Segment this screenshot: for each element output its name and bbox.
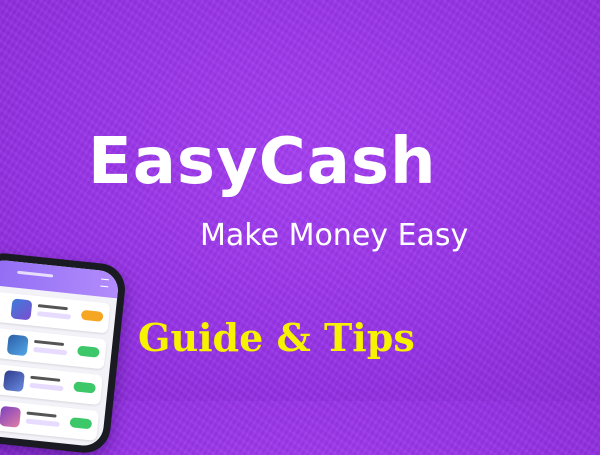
phone-app-card xyxy=(0,398,100,441)
phone-app-header xyxy=(0,258,120,299)
phone-app-card xyxy=(0,290,111,334)
app-tagline: Make Money Easy xyxy=(200,218,469,253)
phone-mockup-image xyxy=(0,250,128,455)
phone-menu-icon xyxy=(100,278,110,288)
phone-app-card xyxy=(0,362,103,406)
phone-app-card xyxy=(0,326,107,370)
game-thumbnail-icon xyxy=(10,298,33,321)
phone-status-bar xyxy=(17,270,54,278)
game-thumbnail-icon xyxy=(6,334,29,357)
app-title: EasyCash xyxy=(88,125,437,199)
play-button-icon xyxy=(69,417,93,430)
play-button-icon xyxy=(76,345,100,358)
guide-subtitle: Guide & Tips xyxy=(138,315,415,360)
promo-banner: EasyCash Make Money Easy Guide & Tips xyxy=(0,0,600,455)
play-button-icon xyxy=(73,381,97,394)
play-button-icon xyxy=(80,309,104,322)
game-thumbnail-icon xyxy=(2,370,25,392)
game-thumbnail-icon xyxy=(0,405,22,428)
phone-screen xyxy=(0,258,120,448)
